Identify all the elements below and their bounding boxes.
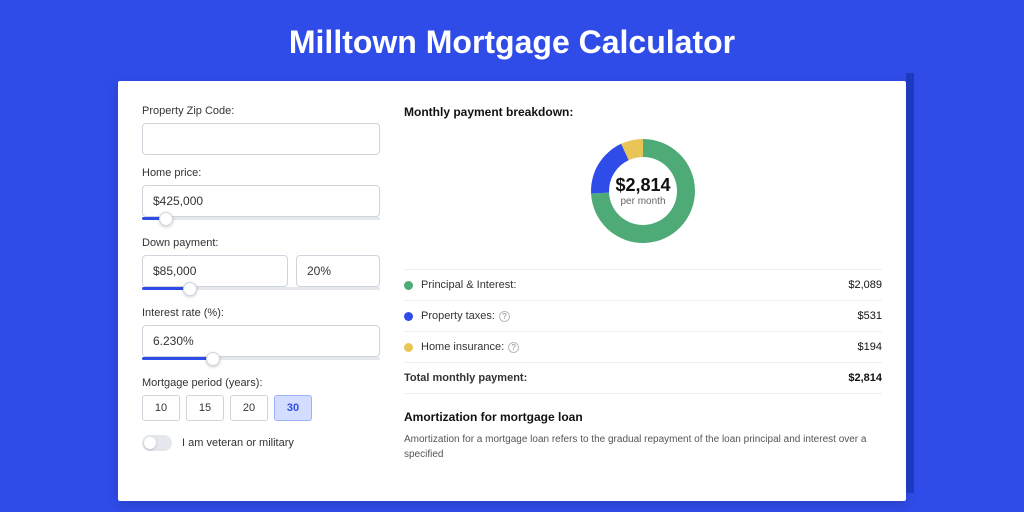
home-price-slider[interactable] [142, 213, 380, 225]
help-icon[interactable]: ? [508, 342, 519, 353]
breakdown-legend: Principal & Interest:$2,089Property taxe… [404, 269, 882, 394]
total-label: Total monthly payment: [404, 372, 848, 384]
legend-value: $2,089 [848, 279, 882, 291]
legend-value: $194 [858, 341, 882, 353]
legend-value: $531 [858, 310, 882, 322]
calculator-card: Property Zip Code: Home price: Down paym… [118, 81, 906, 501]
form-panel: Property Zip Code: Home price: Down paym… [142, 105, 380, 501]
total-value: $2,814 [848, 372, 882, 384]
period-option-10[interactable]: 10 [142, 395, 180, 421]
legend-dot-icon [404, 343, 413, 352]
help-icon[interactable]: ? [499, 311, 510, 322]
interest-rate-slider[interactable] [142, 353, 380, 365]
veteran-label: I am veteran or military [182, 437, 294, 449]
amortization-heading: Amortization for mortgage loan [404, 410, 882, 424]
legend-label: Home insurance:? [421, 341, 858, 353]
period-option-20[interactable]: 20 [230, 395, 268, 421]
veteran-toggle[interactable] [142, 435, 172, 451]
legend-dot-icon [404, 312, 413, 321]
legend-total-row: Total monthly payment:$2,814 [404, 363, 882, 394]
legend-row: Home insurance:?$194 [404, 332, 882, 363]
amortization-section: Amortization for mortgage loan Amortizat… [404, 410, 882, 462]
down-payment-slider[interactable] [142, 283, 380, 295]
legend-row: Principal & Interest:$2,089 [404, 270, 882, 301]
donut-center-amount: $2,814 [615, 175, 670, 196]
legend-dot-icon [404, 281, 413, 290]
page-title: Milltown Mortgage Calculator [0, 0, 1024, 81]
legend-label: Principal & Interest: [421, 279, 848, 291]
amortization-text: Amortization for a mortgage loan refers … [404, 432, 882, 462]
legend-label: Property taxes:? [421, 310, 858, 322]
legend-row: Property taxes:?$531 [404, 301, 882, 332]
mortgage-period-group: 10152030 [142, 395, 380, 421]
zip-input[interactable] [142, 123, 380, 155]
zip-label: Property Zip Code: [142, 105, 380, 117]
mortgage-period-label: Mortgage period (years): [142, 377, 380, 389]
interest-rate-label: Interest rate (%): [142, 307, 380, 319]
donut-center-sub: per month [620, 196, 665, 207]
breakdown-heading: Monthly payment breakdown: [404, 105, 882, 119]
period-option-15[interactable]: 15 [186, 395, 224, 421]
period-option-30[interactable]: 30 [274, 395, 312, 421]
down-payment-label: Down payment: [142, 237, 380, 249]
home-price-label: Home price: [142, 167, 380, 179]
breakdown-panel: Monthly payment breakdown: $2,814 per mo… [404, 105, 882, 501]
payment-donut-chart: $2,814 per month [583, 131, 703, 251]
